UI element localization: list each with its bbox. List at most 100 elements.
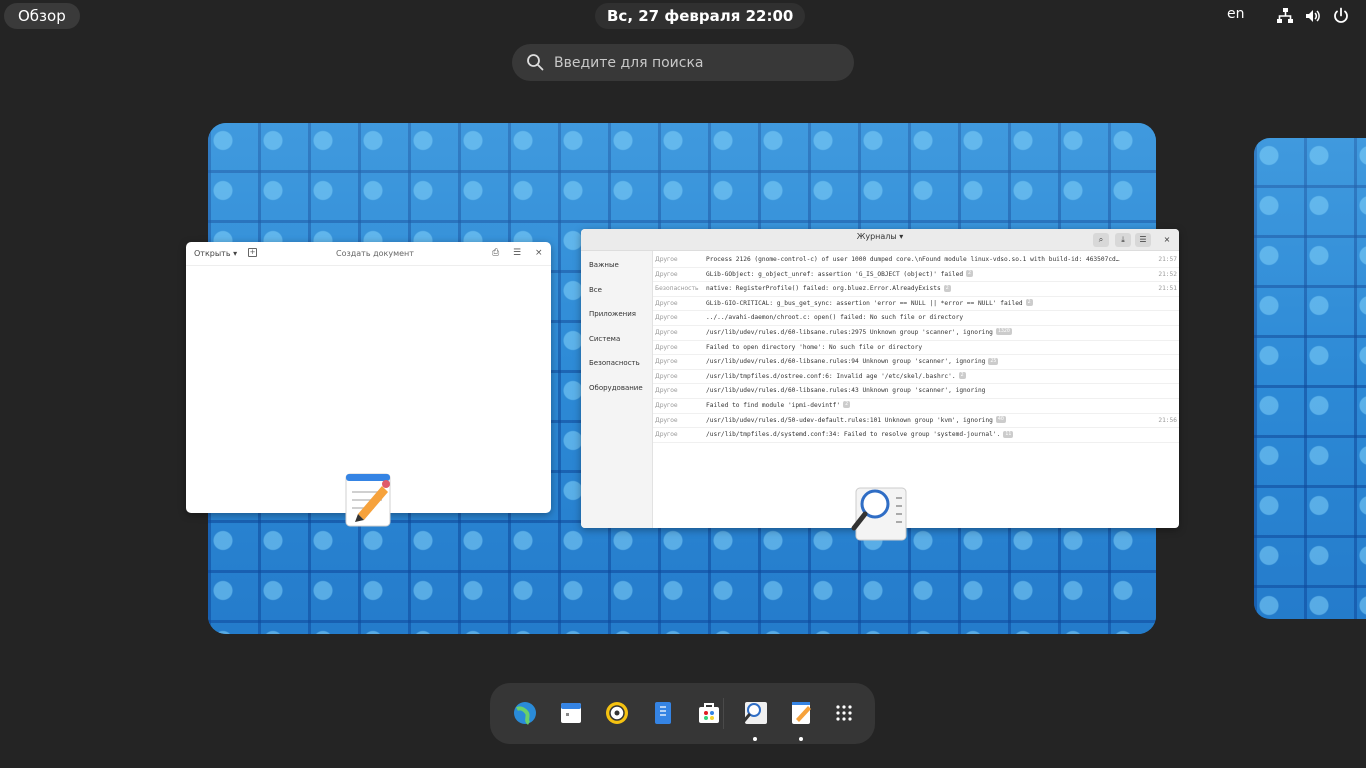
log-count-badge: 2 xyxy=(966,270,974,278)
log-count-badge: 40 xyxy=(995,416,1006,424)
log-count-badge: 25 xyxy=(988,357,999,365)
log-message-text: /usr/lib/udev/rules.d/60-libsane.rules:2… xyxy=(706,328,993,336)
log-message-text: /usr/lib/tmpfiles.d/systemd.conf:34: Fai… xyxy=(706,431,1001,439)
log-row[interactable]: Другое/usr/lib/udev/rules.d/60-libsane.r… xyxy=(653,326,1179,341)
search-icon xyxy=(527,54,544,71)
next-workspace-thumbnail[interactable] xyxy=(1254,138,1366,619)
document-title: Создать документ xyxy=(336,249,414,258)
software-icon[interactable] xyxy=(693,697,725,729)
log-category: Другое xyxy=(655,387,678,395)
log-category: Другое xyxy=(655,328,678,336)
logs-window[interactable]: Журналы ▾ ⌕ ⤓ ☰ × Важные Все Приложения … xyxy=(581,229,1179,528)
export-icon[interactable]: ⤓ xyxy=(1115,233,1131,247)
log-time: 21:57 xyxy=(1158,256,1177,263)
log-time: 21:56 xyxy=(1158,416,1177,424)
network-icon[interactable] xyxy=(1276,7,1294,25)
log-row[interactable]: Другое/usr/lib/udev/rules.d/50-udev-defa… xyxy=(653,414,1179,429)
log-message: /usr/lib/tmpfiles.d/ostree.conf:6: Inval… xyxy=(706,370,966,384)
sidebar-item-important[interactable]: Важные xyxy=(581,253,652,278)
log-category: Другое xyxy=(655,299,678,307)
keyboard-layout-indicator[interactable]: en xyxy=(1227,6,1245,22)
menu-icon[interactable]: ☰ xyxy=(513,248,521,258)
log-row[interactable]: Другое GLib-GIO-CRITICAL: g_bus_get_sync:… xyxy=(653,297,1179,312)
volume-icon[interactable] xyxy=(1304,7,1322,25)
text-editor-dash-item[interactable] xyxy=(785,697,817,741)
log-message-text: /usr/lib/udev/rules.d/60-libsane.rules:4… xyxy=(706,387,986,395)
dash-separator xyxy=(723,698,724,729)
log-message-text: Process 2126 (gnome-control-c) of user 1… xyxy=(706,256,1120,263)
log-row[interactable]: Другое/usr/lib/tmpfiles.d/systemd.conf:3… xyxy=(653,428,1179,443)
logs-icon xyxy=(742,702,767,724)
log-message: native: RegisterProfile() failed: org.bl… xyxy=(706,282,951,296)
log-row[interactable]: Другое/usr/lib/udev/rules.d/60-libsane.r… xyxy=(653,355,1179,370)
log-message-text: Failed to open directory 'home': No such… xyxy=(706,343,923,351)
sidebar-item-security[interactable]: Безопасность xyxy=(581,351,652,376)
log-category: Безопасность xyxy=(655,285,699,293)
search-input[interactable] xyxy=(554,44,844,81)
log-category: Другое xyxy=(655,343,678,351)
logs-header: Журналы ▾ ⌕ ⤓ ☰ × xyxy=(581,229,1179,251)
editor-header: Открыть ▾ + Создать документ ⎙ ☰ × xyxy=(186,242,551,266)
sidebar-item-all[interactable]: Все xyxy=(581,278,652,303)
log-message: Failed to open directory 'home': No such… xyxy=(706,341,922,355)
log-category: Другое xyxy=(655,358,678,366)
log-count-badge: 11 xyxy=(1003,430,1014,438)
sidebar-item-system[interactable]: Система xyxy=(581,327,652,352)
logs-dash-item[interactable] xyxy=(739,697,771,741)
log-message-text: Failed to find module 'ipmi-devintf' xyxy=(706,401,841,409)
activities-button[interactable]: Обзор xyxy=(4,3,80,29)
log-message: ../../avahi-daemon/chroot.c: open() fail… xyxy=(706,311,963,325)
calendar-icon[interactable] xyxy=(555,697,587,729)
log-count-badge: 2 xyxy=(1025,299,1033,307)
clock-button[interactable]: Вс, 27 февраля 22:00 xyxy=(595,3,806,29)
music-player-icon[interactable] xyxy=(601,697,633,729)
log-row[interactable]: Другое GLib-GObject: g_object_unref: asse… xyxy=(653,268,1179,283)
log-message: /usr/lib/udev/rules.d/60-libsane.rules:4… xyxy=(706,384,985,398)
log-row[interactable]: Другое Process 2126 (gnome-control-c) of … xyxy=(653,253,1179,268)
close-icon[interactable]: × xyxy=(1159,233,1175,247)
log-message: /usr/lib/udev/rules.d/50-udev-default.ru… xyxy=(706,414,1006,428)
running-indicator xyxy=(799,737,803,741)
save-icon[interactable]: ⎙ xyxy=(492,248,499,258)
logs-title-text: Журналы xyxy=(856,232,897,241)
log-message: GLib-GObject: g_object_unref: assertion … xyxy=(706,268,974,282)
power-icon[interactable] xyxy=(1332,7,1350,25)
text-editor-icon xyxy=(345,473,391,527)
log-message-text: GLib-GObject: g_object_unref: assertion … xyxy=(706,270,964,278)
log-message: /usr/lib/udev/rules.d/60-libsane.rules:2… xyxy=(706,326,1012,340)
log-count-badge: 2 xyxy=(843,401,851,409)
log-time: 21:51 xyxy=(1158,285,1177,293)
log-row[interactable]: Другое Failed to open directory 'home': N… xyxy=(653,341,1179,356)
logs-icon xyxy=(851,487,907,541)
sidebar-item-applications[interactable]: Приложения xyxy=(581,302,652,327)
new-tab-icon[interactable]: + xyxy=(248,248,257,257)
log-message: Process 2126 (gnome-control-c) of user 1… xyxy=(706,253,1120,267)
search-icon[interactable]: ⌕ xyxy=(1093,233,1109,247)
open-button-label: Открыть xyxy=(194,249,231,258)
log-message-text: /usr/lib/udev/rules.d/50-udev-default.ru… xyxy=(706,416,993,424)
log-category: Другое xyxy=(655,270,678,278)
web-browser-icon[interactable] xyxy=(509,697,541,729)
log-message: GLib-GIO-CRITICAL: g_bus_get_sync: asser… xyxy=(706,297,1033,311)
open-button[interactable]: Открыть ▾ xyxy=(194,249,237,258)
logs-sidebar: Важные Все Приложения Система Безопаснос… xyxy=(581,251,653,528)
log-row[interactable]: Другое/usr/lib/udev/rules.d/60-libsane.r… xyxy=(653,384,1179,399)
log-category: Другое xyxy=(655,256,678,263)
log-row[interactable]: Другое Failed to find module 'ipmi-devint… xyxy=(653,399,1179,414)
log-message: Failed to find module 'ipmi-devintf' 2 xyxy=(706,399,851,413)
log-category: Другое xyxy=(655,431,678,439)
app-grid-icon[interactable] xyxy=(828,697,860,729)
log-row[interactable]: Безопасность native: RegisterProfile() fa… xyxy=(653,282,1179,297)
log-time: 21:52 xyxy=(1158,270,1177,278)
log-row[interactable]: Другое/usr/lib/tmpfiles.d/ostree.conf:6:… xyxy=(653,370,1179,385)
text-editor-icon xyxy=(792,702,811,724)
log-message-text: native: RegisterProfile() failed: org.bl… xyxy=(706,285,941,293)
wallpaper xyxy=(1254,138,1366,619)
log-message-text: /usr/lib/udev/rules.d/60-libsane.rules:9… xyxy=(706,358,986,366)
files-icon[interactable] xyxy=(647,697,679,729)
sidebar-item-hardware[interactable]: Оборудование xyxy=(581,376,652,401)
log-category: Другое xyxy=(655,372,678,380)
log-row[interactable]: Другое ../../avahi-daemon/chroot.c: open(… xyxy=(653,311,1179,326)
close-icon[interactable]: × xyxy=(535,248,543,258)
menu-icon[interactable]: ☰ xyxy=(1135,233,1151,247)
